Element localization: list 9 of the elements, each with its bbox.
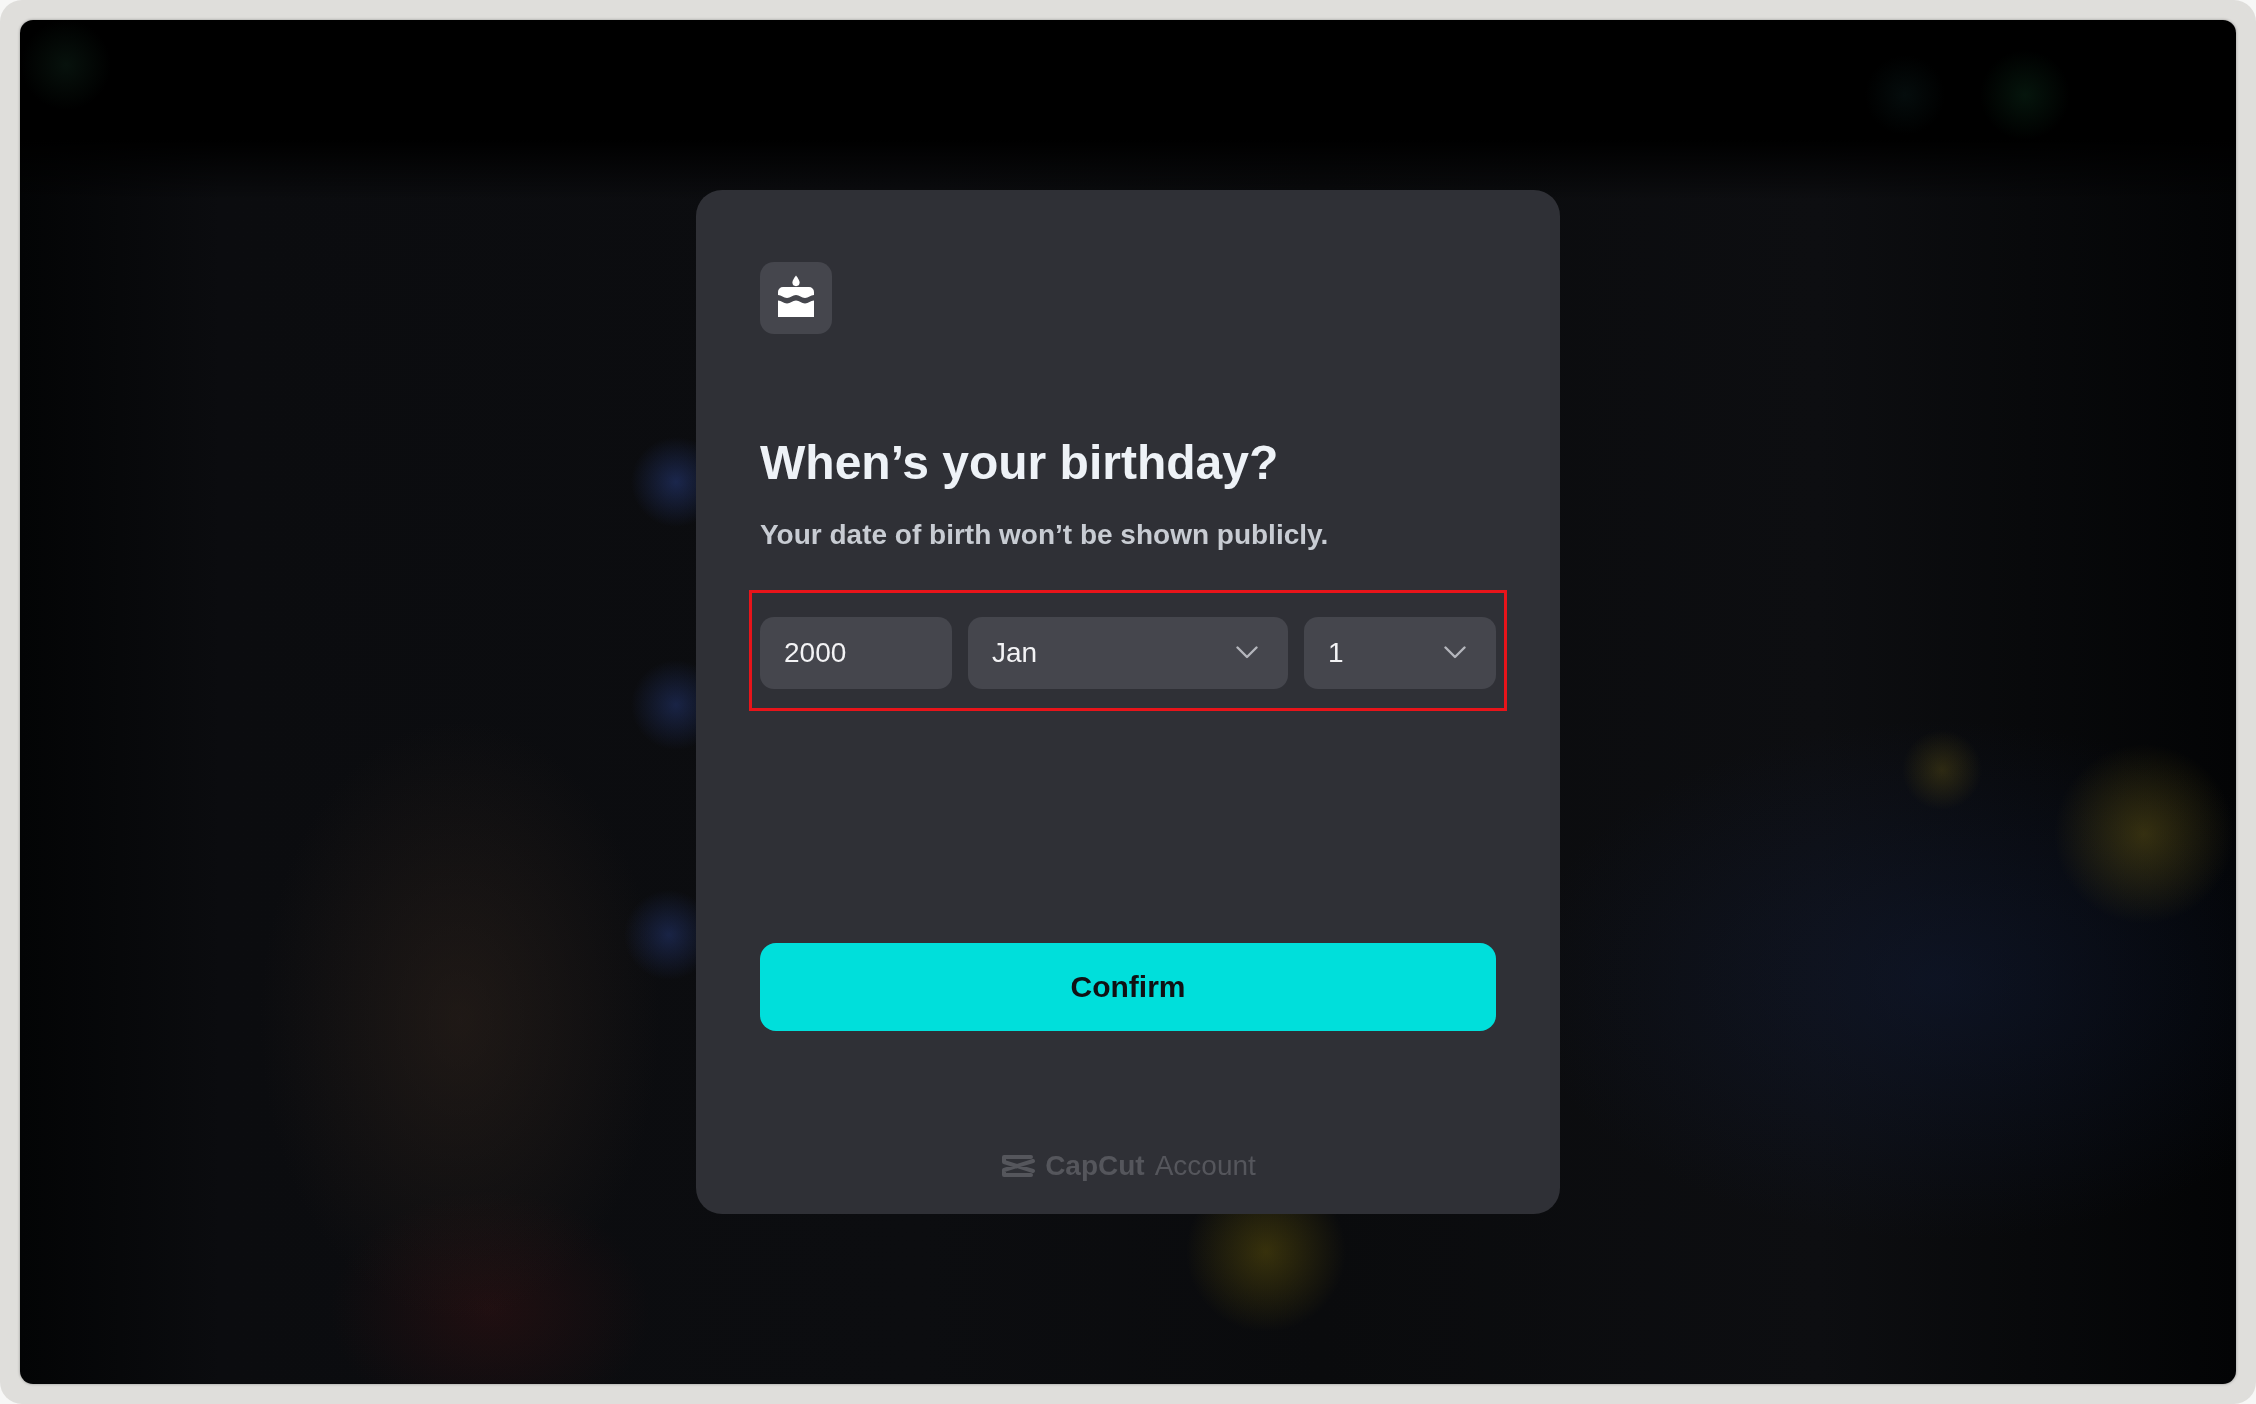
dialog-title: When’s your birthday? xyxy=(760,435,1279,492)
dialog-subtitle: Your date of birth won’t be shown publicly. xyxy=(760,518,1329,552)
cake-icon xyxy=(760,262,832,335)
year-field[interactable]: 2000 xyxy=(760,616,952,689)
chevron-down-icon xyxy=(1236,646,1258,660)
confirm-button[interactable]: Confirm xyxy=(760,942,1496,1031)
chevron-down-icon xyxy=(1444,646,1466,660)
month-dropdown[interactable]: Jan xyxy=(968,616,1288,689)
day-dropdown[interactable]: 1 xyxy=(1304,616,1496,689)
